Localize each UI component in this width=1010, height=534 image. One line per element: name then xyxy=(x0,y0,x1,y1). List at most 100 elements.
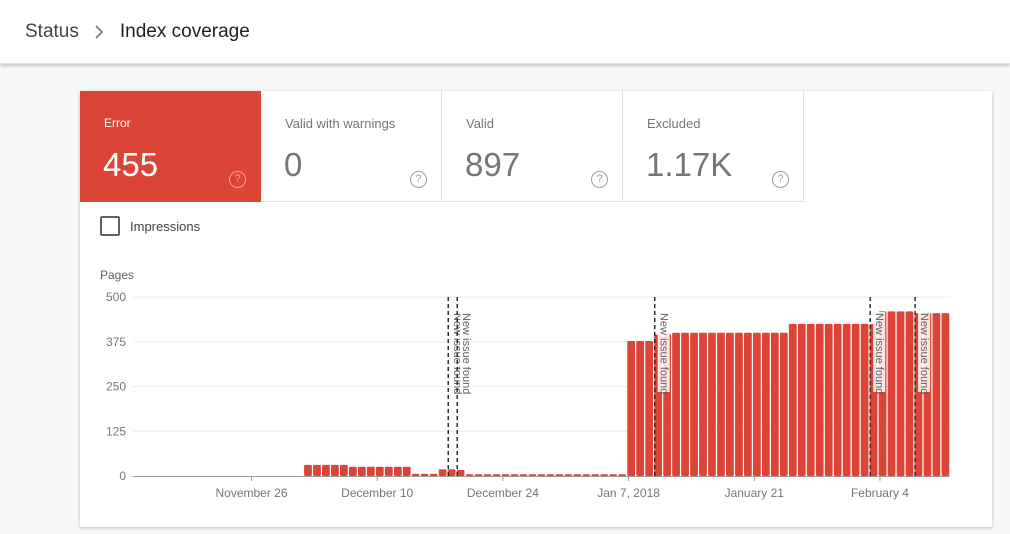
chart-bar xyxy=(618,474,627,476)
chart-bar xyxy=(887,311,896,476)
chart-bar xyxy=(304,464,312,476)
tile-value: 1.17K xyxy=(646,146,733,183)
annotation-label: New issue found xyxy=(918,313,930,394)
chart-bar xyxy=(905,311,914,476)
chevron-right-icon xyxy=(94,24,104,39)
y-axis-title: Pages xyxy=(100,268,135,282)
help-circle-icon[interactable]: ? xyxy=(229,171,246,188)
chart-bar xyxy=(797,323,806,476)
x-tick-label: February 4 xyxy=(851,486,909,500)
chart-bar xyxy=(313,464,321,476)
chart-bar xyxy=(546,474,555,476)
tile-value: 0 xyxy=(284,146,303,183)
help-circle-icon[interactable]: ? xyxy=(772,171,789,188)
annotation-label: New issue found xyxy=(873,313,885,394)
chart-bar xyxy=(483,474,492,476)
chart-bar xyxy=(438,469,447,476)
chart-bar xyxy=(770,332,779,476)
chart-bar xyxy=(492,474,501,476)
chart-bar xyxy=(932,313,941,476)
chart-bar xyxy=(339,464,348,476)
x-tick-label: Jan 7, 2018 xyxy=(597,486,660,500)
chart-bar xyxy=(627,341,636,476)
help-circle-icon[interactable]: ? xyxy=(591,171,608,188)
impressions-label: Impressions xyxy=(130,218,201,234)
chart-bar xyxy=(735,332,743,476)
status-tiles: Error 455 ? Valid with warnings 0 ? Vali… xyxy=(80,91,804,202)
tile-valid[interactable]: Valid 897 ? xyxy=(442,91,623,202)
chart-bar xyxy=(788,323,797,476)
chart-bar xyxy=(528,474,537,476)
chart-bar xyxy=(348,466,357,476)
impressions-checkbox[interactable] xyxy=(100,216,120,236)
chart-bar xyxy=(824,323,833,476)
x-tick-label: January 21 xyxy=(725,486,785,500)
coverage-card: Error 455 ? Valid with warnings 0 ? Vali… xyxy=(80,91,992,527)
chart-bar xyxy=(842,323,851,476)
chart-bar xyxy=(537,474,546,476)
y-tick-label: 125 xyxy=(106,424,126,438)
chart-bar xyxy=(896,311,905,476)
tile-valid-with-warnings[interactable]: Valid with warnings 0 ? xyxy=(261,91,442,202)
chart-bar xyxy=(393,466,402,476)
tile-label: Excluded xyxy=(647,116,701,131)
chart-bar xyxy=(851,323,860,476)
y-tick-label: 0 xyxy=(119,469,126,483)
chart-bar xyxy=(600,474,609,476)
chart-bar xyxy=(609,474,618,476)
breadcrumb-status-link[interactable]: Status xyxy=(25,21,79,43)
chart-bar xyxy=(717,332,725,476)
chart-bar xyxy=(411,473,420,476)
x-tick-label: November 26 xyxy=(215,486,287,500)
y-tick-label: 375 xyxy=(106,335,126,349)
tile-value: 897 xyxy=(465,146,521,183)
chart-bar xyxy=(752,332,761,476)
chart-bar xyxy=(833,323,842,476)
chart-bar xyxy=(591,474,600,476)
chart-bar xyxy=(726,332,734,476)
chart-bar xyxy=(779,332,788,476)
chart-bar xyxy=(384,466,393,476)
chart-bar xyxy=(708,332,716,476)
y-tick-label: 500 xyxy=(106,290,126,304)
chart-bar xyxy=(331,464,339,476)
tile-label: Error xyxy=(104,116,131,130)
chart-bar xyxy=(366,466,375,476)
chart-bar xyxy=(465,474,474,476)
impressions-toggle[interactable]: Impressions xyxy=(100,216,200,236)
chart-bar xyxy=(474,474,483,476)
tile-label: Valid xyxy=(466,116,494,131)
tile-error[interactable]: Error 455 ? xyxy=(80,91,261,202)
help-circle-icon[interactable]: ? xyxy=(410,171,427,188)
annotation-label: New issue found xyxy=(460,313,472,394)
chart-bar xyxy=(744,332,752,476)
chart-bar xyxy=(510,474,519,476)
chart-bar xyxy=(761,332,770,476)
chart-bar xyxy=(402,466,411,476)
chart-bar xyxy=(501,474,510,476)
page-title: Index coverage xyxy=(119,20,250,42)
chart-bar xyxy=(420,473,429,476)
top-bar: Status Index coverage xyxy=(0,0,1010,64)
tile-value: 455 xyxy=(103,146,159,183)
chart-bar xyxy=(860,323,869,476)
chart-bar xyxy=(690,332,698,476)
annotation-label: New issue found xyxy=(658,313,670,394)
chart-bar xyxy=(555,474,564,476)
chart-bar xyxy=(636,341,645,476)
tile-label: Valid with warnings xyxy=(285,116,396,131)
tile-excluded[interactable]: Excluded 1.17K ? xyxy=(623,91,804,202)
chart-bar xyxy=(375,466,384,476)
chart-bar xyxy=(519,474,528,476)
chart-bar xyxy=(573,474,582,476)
chart-bar xyxy=(815,323,824,476)
x-tick-label: December 10 xyxy=(341,486,413,500)
chart-bar xyxy=(699,332,707,476)
chart-bar xyxy=(429,473,438,476)
chart-bar xyxy=(681,332,689,476)
chart-bar xyxy=(322,464,330,476)
coverage-chart: 0 125 250 375 500 November 26 December 10 Decem… xyxy=(106,290,950,500)
chart-bar xyxy=(645,341,654,476)
chart-bar xyxy=(582,474,591,476)
chart-bar xyxy=(672,332,680,476)
